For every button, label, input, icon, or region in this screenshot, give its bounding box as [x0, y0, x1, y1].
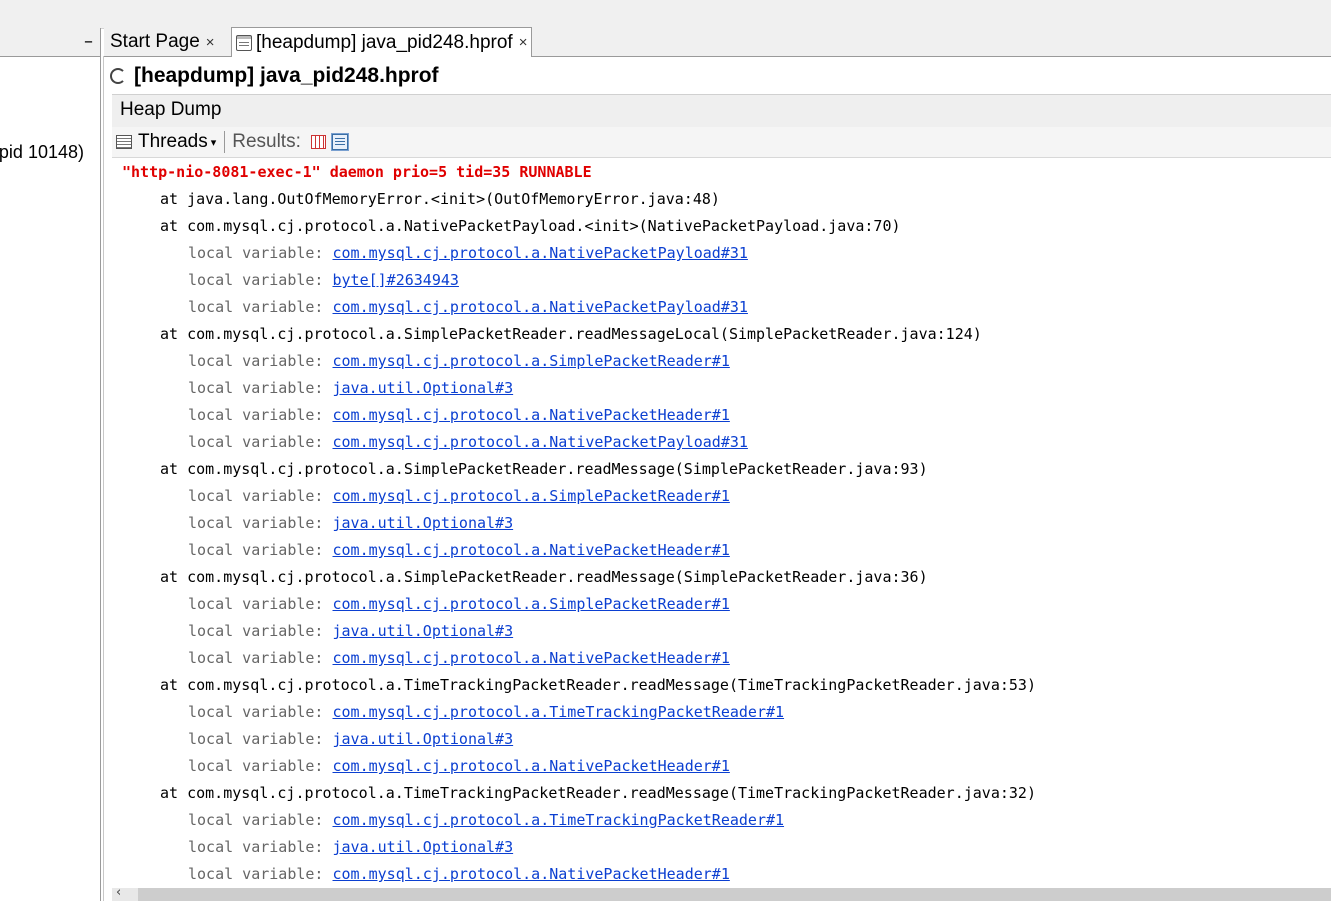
text-view-icon[interactable] — [330, 133, 349, 151]
local-variable-row: local variable: com.mysql.cj.protocol.a.… — [188, 537, 730, 564]
left-panel-header: – — [0, 28, 100, 57]
object-link[interactable]: java.util.Optional#3 — [333, 838, 514, 856]
local-variable-row: local variable: com.mysql.cj.protocol.a.… — [188, 807, 784, 834]
local-variable-label: local variable: — [188, 703, 333, 721]
local-variable-row: local variable: java.util.Optional#3 — [188, 726, 513, 753]
local-variable-label: local variable: — [188, 352, 333, 370]
local-variable-label: local variable: — [188, 622, 333, 640]
object-link[interactable]: com.mysql.cj.protocol.a.NativePacketHead… — [333, 865, 730, 883]
thread-dump-content: "http-nio-8081-exec-1" daemon prio=5 tid… — [112, 158, 1331, 888]
tab-heapdump-label: [heapdump] java_pid248.hprof — [256, 31, 513, 53]
scrollbar-thumb[interactable] — [138, 888, 1331, 901]
object-link[interactable]: com.mysql.cj.protocol.a.NativePacketHead… — [333, 406, 730, 424]
page-title: [heapdump] java_pid248.hprof — [134, 64, 439, 87]
local-variable-row: local variable: com.mysql.cj.protocol.a.… — [188, 294, 748, 321]
local-variable-row: local variable: com.mysql.cj.protocol.a.… — [188, 240, 748, 267]
tab-heapdump[interactable]: [heapdump] java_pid248.hprof × — [231, 27, 533, 57]
results-toolbar: Threads ▾ Results: — [112, 127, 1331, 158]
local-variable-row: local variable: com.mysql.cj.protocol.a.… — [188, 348, 730, 375]
panel-inner-border — [103, 56, 104, 901]
local-variable-label: local variable: — [188, 244, 333, 262]
local-variable-label: local variable: — [188, 406, 333, 424]
table-view-icon[interactable] — [310, 135, 326, 149]
document-title-row: [heapdump] java_pid248.hprof — [110, 60, 439, 92]
close-icon[interactable]: × — [206, 34, 215, 51]
left-panel: – pid 10148) — [0, 28, 100, 901]
object-link[interactable]: com.mysql.cj.protocol.a.NativePacketHead… — [333, 757, 730, 775]
local-variable-row: local variable: byte[]#2634943 — [188, 267, 459, 294]
stack-frame: at com.mysql.cj.protocol.a.NativePacketP… — [160, 217, 901, 235]
toolbar-separator — [224, 131, 226, 153]
object-link[interactable]: java.util.Optional#3 — [333, 379, 514, 397]
local-variable-label: local variable: — [188, 298, 333, 316]
local-variable-row: local variable: java.util.Optional#3 — [188, 618, 513, 645]
local-variable-label: local variable: — [188, 487, 333, 505]
section-header: Heap Dump — [112, 94, 1331, 128]
local-variable-label: local variable: — [188, 514, 333, 532]
stack-frame: at com.mysql.cj.protocol.a.TimeTrackingP… — [160, 784, 1036, 802]
refresh-icon[interactable] — [110, 68, 126, 84]
object-link[interactable]: com.mysql.cj.protocol.a.NativePacketHead… — [333, 649, 730, 667]
thread-header: "http-nio-8081-exec-1" daemon prio=5 tid… — [122, 163, 592, 181]
scroll-left-icon[interactable]: ‹ — [116, 885, 121, 900]
object-link[interactable]: com.mysql.cj.protocol.a.NativePacketHead… — [333, 541, 730, 559]
local-variable-label: local variable: — [188, 730, 333, 748]
object-link[interactable]: java.util.Optional#3 — [333, 514, 514, 532]
local-variable-label: local variable: — [188, 433, 333, 451]
left-panel-process-item[interactable]: pid 10148) — [0, 142, 84, 163]
stack-frame: at com.mysql.cj.protocol.a.SimplePacketR… — [160, 460, 928, 478]
local-variable-label: local variable: — [188, 379, 333, 397]
editor-tab-bar: Start Page × [heapdump] java_pid248.hpro… — [104, 27, 1331, 57]
stack-frame: at java.lang.OutOfMemoryError.<init>(Out… — [160, 190, 720, 208]
object-link[interactable]: com.mysql.cj.protocol.a.TimeTrackingPack… — [333, 811, 785, 829]
local-variable-label: local variable: — [188, 838, 333, 856]
local-variable-label: local variable: — [188, 595, 333, 613]
heapdump-file-icon — [236, 34, 252, 51]
object-link[interactable]: com.mysql.cj.protocol.a.NativePacketPayl… — [333, 244, 748, 262]
local-variable-row: local variable: com.mysql.cj.protocol.a.… — [188, 483, 730, 510]
minimize-icon[interactable]: – — [84, 28, 93, 56]
local-variable-row: local variable: com.mysql.cj.protocol.a.… — [188, 402, 730, 429]
threads-dropdown[interactable]: Threads ▾ — [116, 131, 216, 153]
results-label: Results: — [232, 131, 301, 152]
object-link[interactable]: com.mysql.cj.protocol.a.SimplePacketRead… — [333, 595, 730, 613]
local-variable-label: local variable: — [188, 865, 333, 883]
local-variable-row: local variable: com.mysql.cj.protocol.a.… — [188, 861, 730, 888]
local-variable-row: local variable: java.util.Optional#3 — [188, 834, 513, 861]
local-variable-row: local variable: com.mysql.cj.protocol.a.… — [188, 753, 730, 780]
local-variable-label: local variable: — [188, 271, 333, 289]
stack-frame: at com.mysql.cj.protocol.a.SimplePacketR… — [160, 325, 982, 343]
panel-divider[interactable] — [100, 28, 101, 901]
section-title: Heap Dump — [120, 99, 222, 120]
local-variable-label: local variable: — [188, 541, 333, 559]
chevron-down-icon: ▾ — [210, 136, 217, 149]
tab-start-page-label: Start Page — [110, 31, 200, 52]
object-link[interactable]: java.util.Optional#3 — [333, 622, 514, 640]
object-link[interactable]: com.mysql.cj.protocol.a.TimeTrackingPack… — [333, 703, 785, 721]
stack-frame: at com.mysql.cj.protocol.a.SimplePacketR… — [160, 568, 928, 586]
threads-label: Threads — [138, 131, 208, 152]
object-link[interactable]: java.util.Optional#3 — [333, 730, 514, 748]
object-link[interactable]: byte[]#2634943 — [333, 271, 459, 289]
object-link[interactable]: com.mysql.cj.protocol.a.NativePacketPayl… — [333, 433, 748, 451]
local-variable-row: local variable: com.mysql.cj.protocol.a.… — [188, 699, 784, 726]
object-link[interactable]: com.mysql.cj.protocol.a.SimplePacketRead… — [333, 487, 730, 505]
local-variable-row: local variable: com.mysql.cj.protocol.a.… — [188, 645, 730, 672]
local-variable-row: local variable: com.mysql.cj.protocol.a.… — [188, 591, 730, 618]
local-variable-label: local variable: — [188, 757, 333, 775]
local-variable-label: local variable: — [188, 649, 333, 667]
window-top-strip — [0, 0, 1331, 29]
close-icon[interactable]: × — [519, 34, 528, 51]
object-link[interactable]: com.mysql.cj.protocol.a.SimplePacketRead… — [333, 352, 730, 370]
object-link[interactable]: com.mysql.cj.protocol.a.NativePacketPayl… — [333, 298, 748, 316]
stack-frame: at com.mysql.cj.protocol.a.TimeTrackingP… — [160, 676, 1036, 694]
threads-icon — [116, 135, 132, 149]
local-variable-row: local variable: java.util.Optional#3 — [188, 510, 513, 537]
tab-start-page[interactable]: Start Page × — [110, 28, 215, 56]
local-variable-row: local variable: java.util.Optional#3 — [188, 375, 513, 402]
local-variable-label: local variable: — [188, 811, 333, 829]
local-variable-row: local variable: com.mysql.cj.protocol.a.… — [188, 429, 748, 456]
horizontal-scrollbar[interactable]: ‹ — [112, 885, 1331, 901]
